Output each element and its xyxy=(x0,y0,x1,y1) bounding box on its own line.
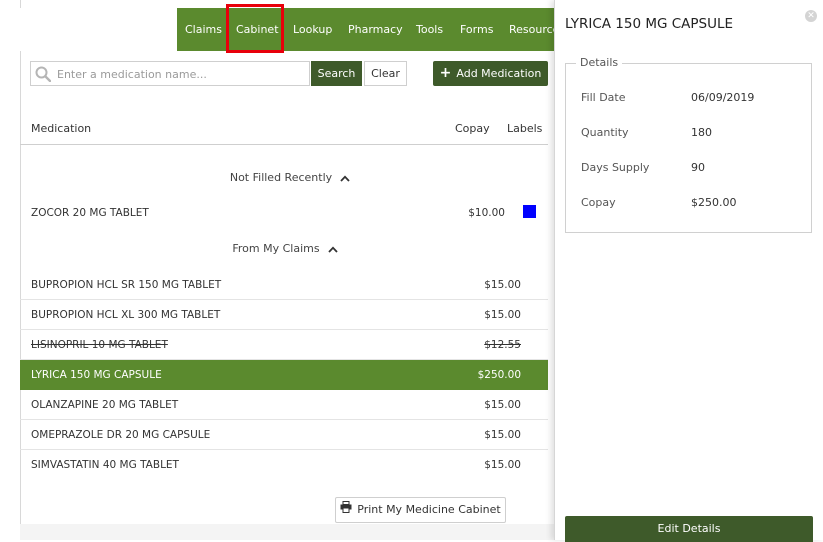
medication-name: OMEPRAZOLE DR 20 MG CAPSULE xyxy=(31,429,211,441)
section-from-my-claims[interactable]: From My Claims xyxy=(160,242,410,256)
nav-pharmacy[interactable]: Pharmacy xyxy=(348,8,403,51)
medication-name: LISINOPRIL 10 MG TABLET xyxy=(31,339,168,351)
search-input[interactable] xyxy=(57,65,307,83)
details-legend: Details xyxy=(576,56,623,69)
nav-lookup[interactable]: Lookup xyxy=(293,8,332,51)
print-cabinet-button[interactable]: Print My Medicine Cabinet xyxy=(335,497,506,523)
print-cabinet-label: Print My Medicine Cabinet xyxy=(357,503,501,516)
table-row[interactable]: ZOCOR 20 MG TABLET $10.00 xyxy=(20,198,548,228)
section-title: Not Filled Recently xyxy=(229,171,333,184)
medication-name: SIMVASTATIN 40 MG TABLET xyxy=(31,459,179,471)
section-title: From My Claims xyxy=(232,242,320,255)
detail-title: LYRICA 150 MG CAPSULE xyxy=(565,16,734,32)
column-header-copay[interactable]: Copay xyxy=(455,122,490,135)
table-row[interactable]: BUPROPION HCL XL 300 MG TABLET $15.00 xyxy=(20,300,548,330)
detail-value-copay: $250.00 xyxy=(691,196,737,209)
edit-details-button[interactable]: Edit Details xyxy=(565,516,813,542)
table-row[interactable]: LISINOPRIL 10 MG TABLET $12.55 xyxy=(20,330,548,360)
detail-label-copay: Copay xyxy=(581,196,616,209)
table-row[interactable]: OMEPRAZOLE DR 20 MG CAPSULE $15.00 xyxy=(20,420,548,450)
search-button[interactable]: Search xyxy=(311,61,362,86)
details-fieldset: Details Fill Date 06/09/2019 Quantity 18… xyxy=(565,56,812,233)
table-row[interactable]: OLANZAPINE 20 MG TABLET $15.00 xyxy=(20,390,548,420)
label-color-swatch[interactable] xyxy=(523,205,536,218)
detail-panel: LYRICA 150 MG CAPSULE ✕ Details Fill Dat… xyxy=(554,0,823,542)
close-icon[interactable]: ✕ xyxy=(805,10,817,22)
medication-copay: $10.00 xyxy=(468,207,505,219)
detail-value-quantity: 180 xyxy=(691,126,712,139)
header-divider xyxy=(20,144,548,145)
medication-name: BUPROPION HCL XL 300 MG TABLET xyxy=(31,309,221,321)
table-row[interactable]: BUPROPION HCL SR 150 MG TABLET $15.00 xyxy=(20,270,548,300)
search-box xyxy=(30,61,310,86)
medication-copay: $15.00 xyxy=(484,429,521,441)
medication-name: BUPROPION HCL SR 150 MG TABLET xyxy=(31,279,222,291)
medication-copay: $12.55 xyxy=(484,339,521,351)
table-row-selected[interactable]: LYRICA 150 MG CAPSULE $250.00 xyxy=(20,360,548,390)
detail-label-days-supply: Days Supply xyxy=(581,161,650,174)
medication-name: LYRICA 150 MG CAPSULE xyxy=(31,369,162,381)
detail-value-days-supply: 90 xyxy=(691,161,705,174)
plus-icon: + xyxy=(439,65,452,81)
nav-cabinet-highlight xyxy=(226,4,284,53)
medication-copay: $15.00 xyxy=(484,399,521,411)
medication-copay: $15.00 xyxy=(484,279,521,291)
medication-name: ZOCOR 20 MG TABLET xyxy=(31,207,149,219)
chevron-up-icon xyxy=(327,243,338,256)
section-not-filled-recently[interactable]: Not Filled Recently xyxy=(165,171,415,185)
add-medication-label: Add Medication xyxy=(456,67,542,80)
printer-icon xyxy=(340,498,352,522)
column-header-medication[interactable]: Medication xyxy=(31,122,91,135)
detail-label-quantity: Quantity xyxy=(581,126,629,139)
medication-copay: $15.00 xyxy=(484,459,521,471)
medication-copay: $15.00 xyxy=(484,309,521,321)
detail-label-fill-date: Fill Date xyxy=(581,91,626,104)
nav-tools[interactable]: Tools xyxy=(416,8,443,51)
nav-claims[interactable]: Claims xyxy=(185,8,222,51)
chevron-up-icon xyxy=(340,172,350,185)
medication-copay: $250.00 xyxy=(477,369,521,381)
top-nav: Claims Cabinet Lookup Pharmacy Tools For… xyxy=(20,8,554,51)
search-icon xyxy=(35,66,52,83)
clear-button[interactable]: Clear xyxy=(364,61,407,86)
medication-name: OLANZAPINE 20 MG TABLET xyxy=(31,399,179,411)
nav-resources[interactable]: Resource xyxy=(509,8,554,51)
bottom-area xyxy=(20,524,554,540)
detail-value-fill-date: 06/09/2019 xyxy=(691,91,755,104)
add-medication-button[interactable]: + Add Medication xyxy=(433,61,548,86)
column-header-labels[interactable]: Labels xyxy=(507,122,542,135)
table-row[interactable]: SIMVASTATIN 40 MG TABLET $15.00 xyxy=(20,450,548,480)
nav-forms[interactable]: Forms xyxy=(460,8,493,51)
